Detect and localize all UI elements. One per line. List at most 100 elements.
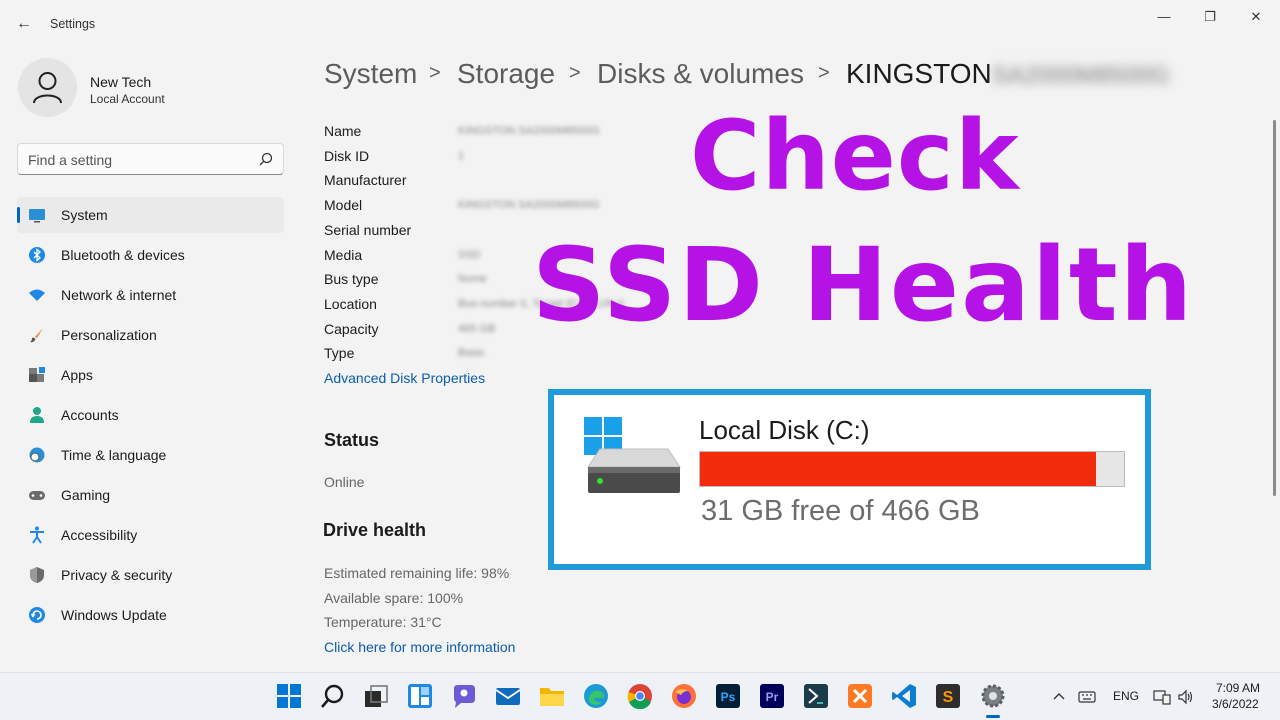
headline-line2: SSD Health [532, 226, 1195, 345]
prop-value-disk-id: 1 [458, 150, 465, 162]
prop-value-bus-type: Nvme [458, 273, 487, 285]
sidebar-item-time-language[interactable]: Time & language [17, 437, 284, 473]
photoshop-icon[interactable]: Ps [715, 683, 741, 709]
search-placeholder: Find a setting [28, 152, 113, 168]
chrome-icon[interactable] [627, 683, 653, 709]
search-input[interactable]: Find a setting [17, 143, 284, 175]
sidebar-item-network[interactable]: Network & internet [17, 277, 284, 313]
sidebar-item-system[interactable]: System [17, 197, 284, 233]
person-icon [30, 407, 44, 423]
disk-card: Local Disk (C:) 31 GB free of 466 GB [548, 389, 1151, 570]
prop-label-disk-id: Disk ID [324, 148, 370, 164]
keyboard-icon[interactable] [1078, 688, 1096, 706]
prop-label-capacity: Capacity [324, 321, 379, 337]
clock-date[interactable]: 3/6/2022 [1212, 697, 1259, 711]
minimize-button[interactable]: — [1141, 6, 1187, 28]
accessibility-icon [30, 526, 44, 544]
prop-label-location: Location [324, 296, 377, 312]
chat-icon[interactable] [451, 683, 477, 709]
clock-time[interactable]: 7:09 AM [1216, 681, 1260, 695]
prop-label-serial: Serial number [324, 222, 412, 238]
language-indicator[interactable]: ENG [1113, 689, 1139, 703]
bluetooth-icon [29, 247, 45, 263]
premiere-icon[interactable]: Pr [759, 683, 785, 709]
start-icon[interactable] [276, 683, 302, 709]
sublime-icon[interactable]: S [935, 683, 961, 709]
chevron-up-icon[interactable] [1050, 688, 1068, 706]
sidebar-item-label: Accounts [61, 407, 119, 423]
sidebar-item-label: Bluetooth & devices [61, 247, 185, 263]
prop-value-media: SSD [458, 249, 481, 261]
network-icon[interactable] [1153, 688, 1171, 706]
maximize-button[interactable]: ❐ [1187, 6, 1233, 28]
back-button[interactable]: ← [10, 12, 38, 36]
prop-label-name: Name [324, 123, 362, 139]
breadcrumb-separator: > [818, 62, 830, 84]
sidebar-item-label: Gaming [61, 487, 111, 503]
disk-title: Local Disk (C:) [699, 415, 870, 445]
globe-clock-icon [29, 447, 45, 463]
app-title: Settings [50, 17, 96, 31]
search-icon [259, 152, 273, 166]
drive-health-title: Drive health [323, 520, 427, 540]
volume-icon[interactable] [1177, 688, 1195, 706]
close-button[interactable]: ✕ [1233, 6, 1279, 28]
vscode-icon[interactable] [891, 683, 917, 709]
hard-drive-icon [587, 448, 681, 493]
disk-usage-fill [700, 452, 1096, 486]
sidebar-item-privacy[interactable]: Privacy & security [17, 557, 284, 593]
scrollbar[interactable] [1273, 120, 1276, 496]
user-name: New Tech [90, 74, 152, 90]
prop-value-type: Basic [458, 347, 485, 359]
prop-label-manufacturer: Manufacturer [324, 172, 407, 188]
file-explorer-icon[interactable] [539, 683, 565, 709]
temperature: Temperature: 31°C [324, 614, 442, 630]
brush-icon [30, 328, 43, 343]
sidebar-item-label: Personalization [61, 327, 157, 343]
taskbar: Ps Pr S ENG 7:09 AM 3/6/2022 [0, 672, 1280, 720]
sidebar-item-personalization[interactable]: Personalization [17, 317, 284, 353]
settings-icon[interactable] [980, 683, 1006, 709]
sidebar-item-accounts[interactable]: Accounts [17, 397, 284, 433]
status-title: Status [324, 430, 380, 450]
mail-icon[interactable] [495, 683, 521, 709]
more-info-link[interactable]: Click here for more information [324, 639, 515, 655]
sidebar-item-gaming[interactable]: Gaming [17, 477, 284, 513]
edge-icon[interactable] [583, 683, 609, 709]
remaining-life: Estimated remaining life: 98% [324, 565, 510, 581]
breadcrumb-separator: > [569, 62, 581, 84]
breadcrumb-disks-volumes[interactable]: Disks & volumes [597, 58, 804, 90]
xampp-icon[interactable] [847, 683, 873, 709]
prop-value-capacity: 465 GB [458, 323, 496, 335]
sidebar-item-bluetooth[interactable]: Bluetooth & devices [17, 237, 284, 273]
sidebar-item-label: Privacy & security [61, 567, 173, 583]
title-bar: ← Settings — ❐ ✕ [0, 0, 1280, 46]
task-view-icon[interactable] [363, 683, 389, 709]
search-icon[interactable] [320, 683, 346, 709]
photoshop-label: Ps [721, 690, 736, 704]
prop-label-bus-type: Bus type [324, 271, 379, 287]
sidebar-item-accessibility[interactable]: Accessibility [17, 517, 284, 553]
avatar[interactable] [18, 58, 77, 117]
widgets-icon[interactable] [407, 683, 433, 709]
sidebar-item-label: Apps [61, 367, 93, 383]
wifi-icon [29, 289, 45, 301]
prop-label-model: Model [324, 197, 363, 213]
sidebar-item-label: Time & language [61, 447, 167, 463]
breadcrumb-current: KINGSTON [846, 58, 992, 89]
breadcrumb-separator: > [429, 62, 441, 84]
prop-label-media: Media [324, 247, 363, 263]
firefox-icon[interactable] [671, 683, 697, 709]
sidebar-item-label: Windows Update [61, 607, 167, 623]
advanced-disk-properties-link[interactable]: Advanced Disk Properties [324, 370, 485, 386]
sidebar-item-apps[interactable]: Apps [17, 357, 284, 393]
disk-usage-bar [699, 451, 1125, 487]
account-type: Local Account [90, 92, 165, 106]
breadcrumb-storage[interactable]: Storage [457, 58, 555, 90]
sidebar-item-label: Network & internet [61, 287, 177, 303]
breadcrumb-system[interactable]: System [324, 58, 417, 90]
breadcrumb-current-model: SA2000M8500G [992, 62, 1170, 89]
sidebar-item-windows-update[interactable]: Windows Update [17, 597, 284, 633]
headline-line1: Check [690, 100, 1020, 212]
app-icon[interactable] [803, 683, 829, 709]
